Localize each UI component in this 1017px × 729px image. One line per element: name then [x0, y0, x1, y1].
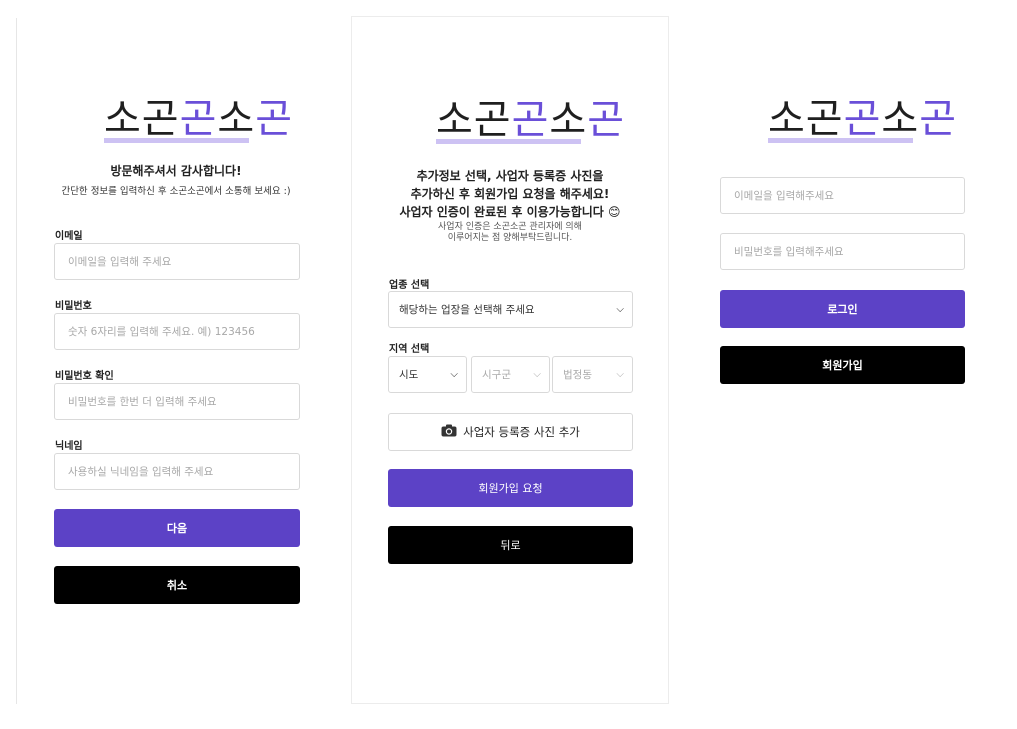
- camera-icon: [441, 424, 457, 440]
- sigungu-value: 시구군: [482, 369, 511, 381]
- region-label: 지역 선택: [389, 344, 430, 355]
- logo-part: 곤: [919, 96, 958, 142]
- password-confirm-label: 비밀번호 확인: [55, 371, 114, 382]
- heading-line: 사업자 인증이 완료된 후 이용가능합니다 😊: [399, 205, 621, 219]
- back-button[interactable]: 뒤로: [388, 526, 633, 564]
- logo-part: 곤: [255, 96, 294, 142]
- logo-part: 소곤: [104, 96, 180, 142]
- signup-step2-panel: 소곤곤소곤 추가정보 선택, 사업자 등록증 사진을 추가하신 후 회원가입 요…: [351, 16, 669, 704]
- logo-underline: [104, 138, 249, 143]
- sigungu-select[interactable]: 시구군 ⌵: [471, 356, 550, 393]
- nickname-label: 닉네임: [55, 441, 83, 452]
- logo-part: 곤: [511, 97, 550, 143]
- signup-request-button[interactable]: 회원가입 요청: [388, 469, 633, 507]
- email-field[interactable]: [54, 243, 300, 280]
- logo-part: 소곤: [768, 96, 844, 142]
- cancel-button[interactable]: 취소: [54, 566, 300, 604]
- logo: 소곤곤소곤: [104, 96, 294, 143]
- logo-part: 소: [549, 97, 588, 143]
- password-field[interactable]: [720, 233, 965, 270]
- password-confirm-field[interactable]: [54, 383, 300, 420]
- add-license-photo-label: 사업자 등록증 사진 추가: [463, 425, 580, 439]
- email-label: 이메일: [55, 231, 83, 242]
- business-type-label: 업종 선택: [389, 280, 430, 291]
- logo-part: 곤: [179, 96, 218, 142]
- logo-underline: [768, 138, 913, 143]
- password-field[interactable]: [54, 313, 300, 350]
- business-type-select[interactable]: 해당하는 업장을 선택해 주세요 ⌵: [388, 291, 633, 328]
- logo-part: 곤: [843, 96, 882, 142]
- additional-info-heading: 추가정보 선택, 사업자 등록증 사진을 추가하신 후 회원가입 요청을 해주세…: [352, 167, 668, 221]
- welcome-subtext: 간단한 정보를 입력하신 후 소곤소곤에서 소통해 보세요 :): [61, 186, 291, 197]
- next-button[interactable]: 다음: [54, 509, 300, 547]
- signup-button[interactable]: 회원가입: [720, 346, 965, 384]
- logo: 소곤곤소곤: [436, 97, 626, 144]
- logo-part: 곤: [587, 97, 626, 143]
- chevron-down-icon: ⌵: [450, 369, 458, 380]
- nickname-field[interactable]: [54, 453, 300, 490]
- logo-part: 소곤: [436, 97, 512, 143]
- heading-line: 추가하신 후 회원가입 요청을 해주세요!: [410, 187, 610, 201]
- signup-step1-panel: 소곤곤소곤 방문해주셔서 감사합니다! 간단한 정보를 입력하신 후 소곤소곤에…: [0, 0, 336, 729]
- panel-divider: [16, 18, 17, 704]
- chevron-down-icon: ⌵: [616, 304, 624, 315]
- note-line: 사업자 인증은 소곤소곤 관리자에 의해: [438, 222, 582, 232]
- add-license-photo-button[interactable]: 사업자 등록증 사진 추가: [388, 413, 633, 451]
- logo: 소곤곤소곤: [768, 96, 958, 143]
- sido-value: 시도: [399, 369, 419, 381]
- chevron-down-icon: ⌵: [616, 369, 624, 380]
- password-label: 비밀번호: [55, 301, 92, 312]
- heading-line: 추가정보 선택, 사업자 등록증 사진을: [416, 169, 604, 183]
- chevron-down-icon: ⌵: [533, 369, 541, 380]
- login-panel: 소곤곤소곤 로그인 회원가입: [684, 0, 1017, 729]
- logo-part: 소: [881, 96, 920, 142]
- note-line: 이루어지는 점 양해부탁드립니다.: [447, 233, 573, 243]
- verification-note: 사업자 인증은 소곤소곤 관리자에 의해 이루어지는 점 양해부탁드립니다.: [352, 222, 668, 244]
- sido-select[interactable]: 시도 ⌵: [388, 356, 467, 393]
- logo-part: 소: [217, 96, 256, 142]
- logo-underline: [436, 139, 581, 144]
- business-type-value: 해당하는 업장을 선택해 주세요: [399, 304, 535, 316]
- email-field[interactable]: [720, 177, 965, 214]
- dong-value: 법정동: [563, 369, 592, 381]
- welcome-heading: 방문해주셔서 감사합니다!: [110, 164, 242, 178]
- login-button[interactable]: 로그인: [720, 290, 965, 328]
- dong-select[interactable]: 법정동 ⌵: [552, 356, 633, 393]
